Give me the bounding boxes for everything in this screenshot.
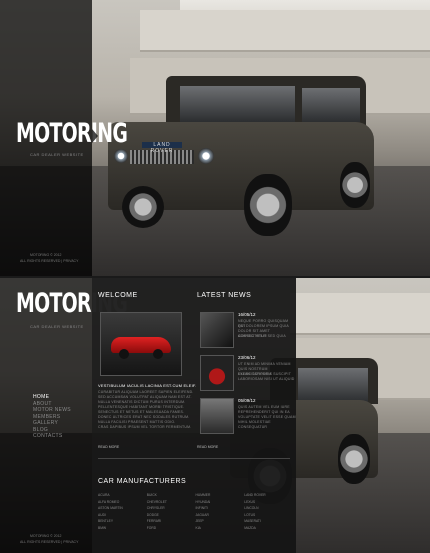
manufacturer-link[interactable]: MASERATI [244,519,293,525]
wheel [153,349,163,359]
manufacturer-link[interactable]: MAZDA [244,526,293,532]
news-thumbnail[interactable] [200,312,234,348]
footer-links[interactable]: ALL RIGHTS RESERVED | PRIVACY [20,258,78,264]
hero-screenshot: LAND ROVER MOTORING CAR DEALER WEBSITE M… [0,0,430,276]
land-rover-car-image: LAND ROVER [108,76,376,241]
manufacturer-link[interactable]: BUICK [147,493,196,499]
manufacturer-link[interactable]: BENTLEY [98,519,147,525]
car-badge: LAND ROVER [142,142,182,154]
welcome-heading: WELCOME [98,292,138,299]
news-line: ADIPISCI VELIT SED QUIA [238,334,286,338]
building [140,10,430,52]
site-tagline: CAR DEALER WEBSITE [30,324,84,329]
manufacturer-link[interactable]: FERRARI [147,519,196,525]
manufacturer-link[interactable]: LEXUS [244,500,293,506]
news-thumbnail[interactable] [200,355,234,391]
slider-arrow-icon[interactable] [92,129,98,143]
main-nav: HOME ABOUT MOTOR NEWS MEMBERS GALLERY BL… [33,394,83,440]
section-divider [98,458,290,459]
manufacturer-link[interactable]: FORD [147,526,196,532]
welcome-read-more-link[interactable]: READ MORE [98,445,119,449]
news-date: 16/05/12 [238,312,256,317]
manufacturer-link[interactable]: HYUNDAI [196,500,245,506]
car-manufacturers-heading: CAR MANUFACTURERS [98,478,187,485]
building [290,293,430,335]
manufacturer-link[interactable]: HUMMER [196,493,245,499]
site-logo[interactable]: MOTORING [16,118,128,149]
latest-news-heading: LATEST NEWS [197,292,252,299]
ferrari-image[interactable] [100,312,182,376]
manufacturer-link[interactable]: CHEVROLET [147,500,196,506]
manufacturer-link[interactable]: LINCOLN [244,506,293,512]
manufacturer-link[interactable]: DODGE [147,513,196,519]
news-thumbnail[interactable] [200,398,234,434]
manufacturer-link[interactable]: ASTON MARTIN [98,506,147,512]
welcome-title: VESTIBULUM IACULIS LACINIA EST.CUM ELEIF… [98,383,197,388]
news-line: NIHIL MOLESTIAE CONSEQUATUR [238,420,271,429]
content-screenshot: MOTORING CAR DEALER WEBSITE HOME ABOUT M… [0,278,430,553]
footer-links[interactable]: ALL RIGHTS RESERVED | PRIVACY [20,539,78,545]
manufacturer-link[interactable]: JAGUAR [196,513,245,519]
news-read-more-link[interactable]: READ MORE [197,445,218,449]
manufacturer-link[interactable]: AUDI [98,513,147,519]
manufacturer-link[interactable]: KIA [196,526,245,532]
wheel [119,349,129,359]
news-date: 05/09/12 [238,398,256,403]
news-line: LABORIOSAM NISI UT ALIQUID [238,377,295,381]
welcome-line: CRAS DAPIBUS IPSUM VEL TORTOR FERMENTUM. [98,425,192,429]
news-date: 23/06/12 [238,355,256,360]
manufacturer-link[interactable]: BMW [98,526,147,532]
manufacturer-link[interactable]: CHRYSLER [147,506,196,512]
manufacturer-link[interactable]: ACURA [98,493,147,499]
site-tagline: CAR DEALER WEBSITE [30,152,84,157]
manufacturer-link[interactable]: ALFA ROMEO [98,500,147,506]
sidebar-column: MOTORING CAR DEALER WEBSITE HOME ABOUT M… [0,278,128,553]
manufacturer-link[interactable]: LOTUS [244,513,293,519]
manufacturer-link[interactable]: INFINITI [196,506,245,512]
manufacturer-link[interactable]: LAND ROVER [244,493,293,499]
manufacturer-link[interactable]: JEEP [196,519,245,525]
manufacturers-list: ACURA BUICK HUMMER LAND ROVER ALFA ROMEO… [98,493,293,531]
nav-item-contacts[interactable]: CONTACTS [33,433,83,440]
logo-column: MOTORING CAR DEALER WEBSITE MOTORING © 2… [0,0,128,276]
